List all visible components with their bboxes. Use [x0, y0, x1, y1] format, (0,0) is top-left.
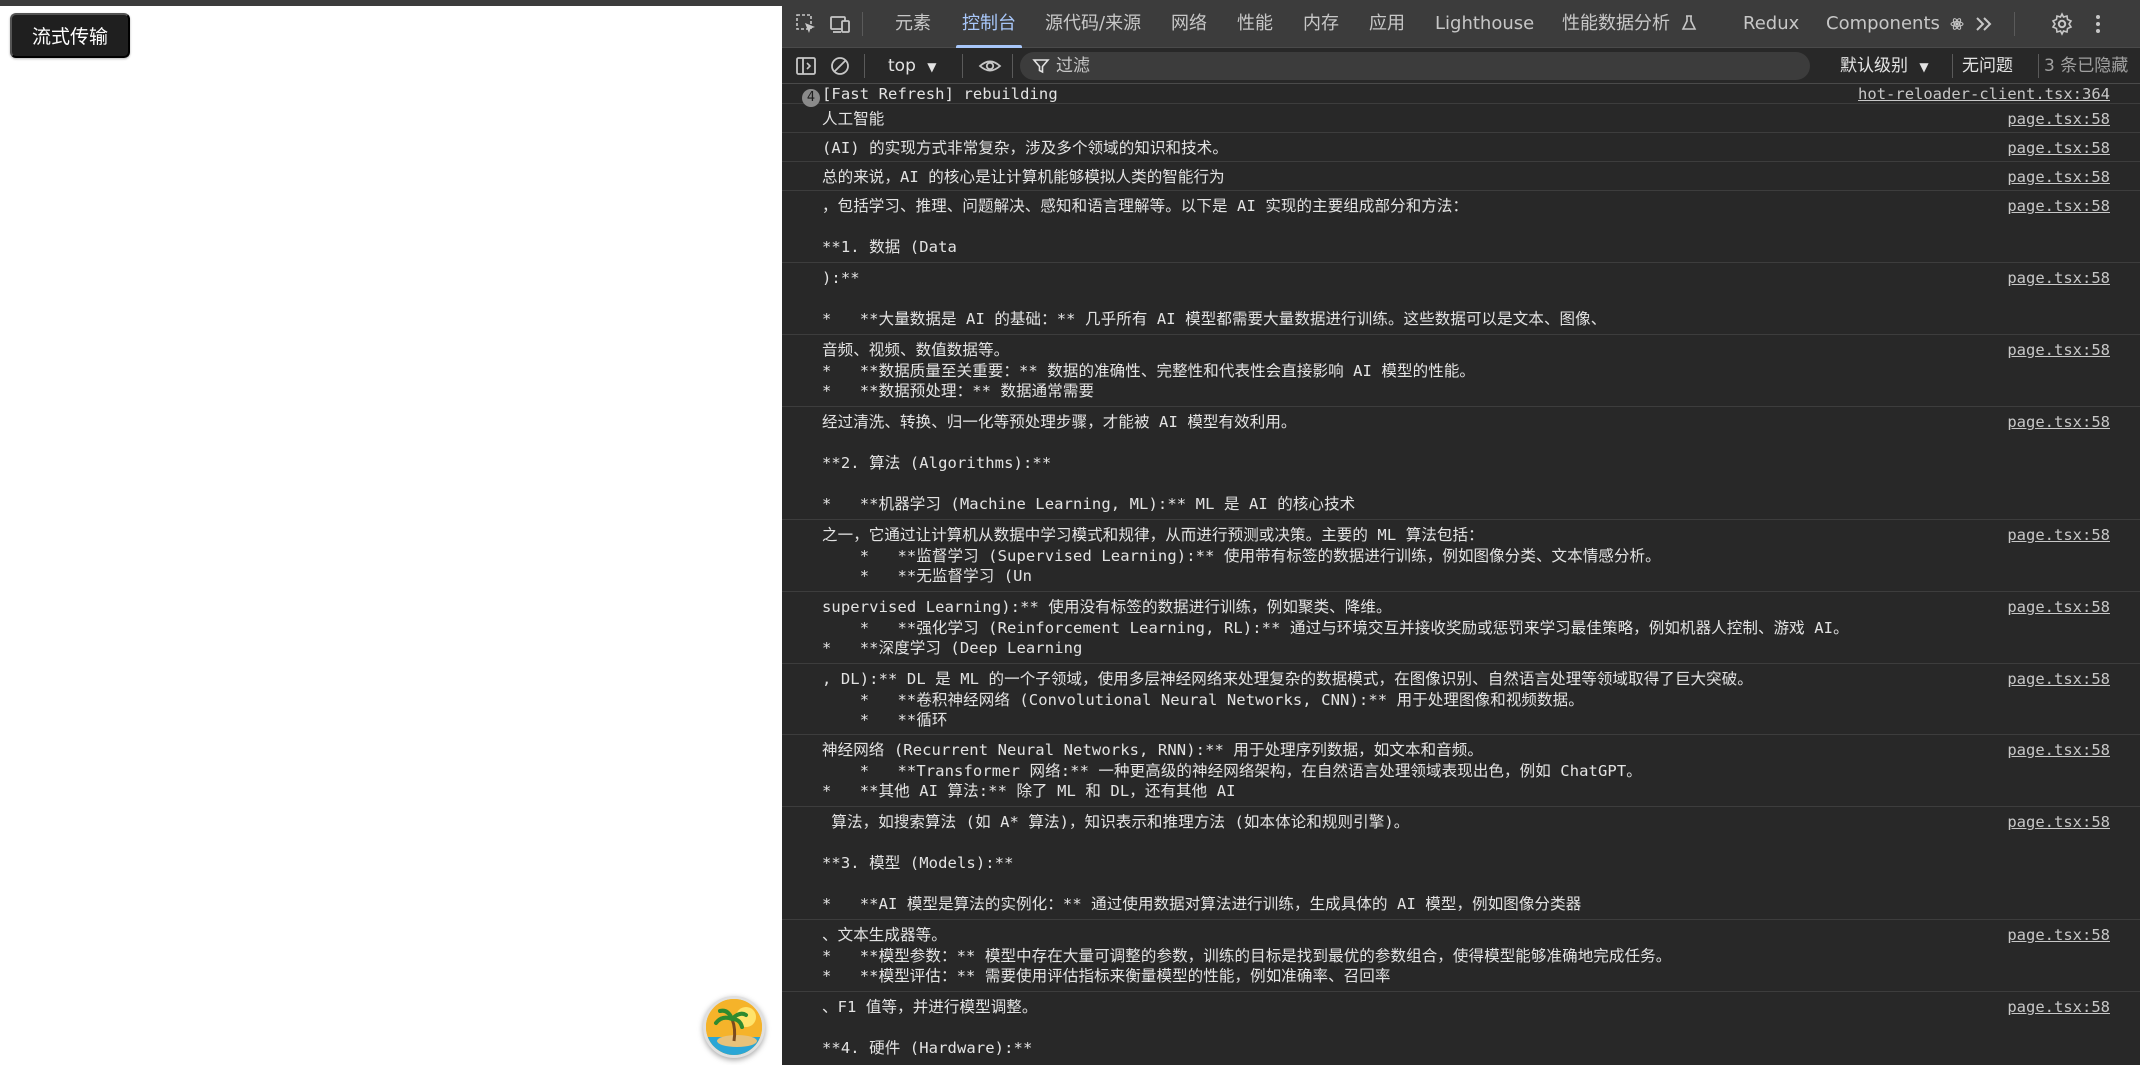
- live-expression-eye-icon[interactable]: [978, 54, 1002, 78]
- message-source-link[interactable]: page.tsx:58: [2007, 740, 2110, 761]
- message-text: 、F1 值等，并进行模型调整。 **4. 硬件 (Hardware):**: [822, 998, 1038, 1057]
- divider: [962, 54, 963, 78]
- console-message: ，包括学习、推理、问题解决、感知和语言理解等。以下是 AI 实现的主要组成部分和…: [782, 191, 2140, 263]
- dropdown-caret-icon: ▼: [1919, 60, 1929, 74]
- console-message: 、F1 值等，并进行模型调整。 **4. 硬件 (Hardware):** pa…: [782, 992, 2140, 1065]
- console-message: 经过清洗、转换、归一化等预处理步骤，才能被 AI 模型有效利用。 **2. 算法…: [782, 407, 2140, 520]
- message-source-link[interactable]: page.tsx:58: [2007, 669, 2110, 690]
- console-filter: [1020, 52, 1810, 80]
- console-message: , DL):** DL 是 ML 的一个子领域，使用多层神经网络来处理复杂的数据…: [782, 664, 2140, 735]
- issues-button[interactable]: 无问题: [1962, 48, 2013, 84]
- message-source-link[interactable]: page.tsx:58: [2007, 812, 2110, 833]
- message-text: (AI) 的实现方式非常复杂，涉及多个领域的知识和技术。: [822, 139, 1228, 157]
- context-selector-label: top: [888, 56, 916, 76]
- tab-console[interactable]: 控制台: [956, 0, 1022, 48]
- message-source-link[interactable]: page.tsx:58: [2007, 997, 2110, 1018]
- console-message: 人工智能 page.tsx:58: [782, 104, 2140, 133]
- message-source-link[interactable]: page.tsx:58: [2007, 167, 2110, 188]
- flask-icon: [1681, 15, 1697, 30]
- divider: [2014, 12, 2015, 36]
- tab-lighthouse[interactable]: Lighthouse: [1435, 0, 1534, 48]
- message-text: , DL):** DL 是 ML 的一个子领域，使用多层神经网络来处理复杂的数据…: [822, 670, 1753, 729]
- message-source-link[interactable]: page.tsx:58: [2007, 196, 2110, 217]
- divider: [864, 54, 865, 78]
- tab-redux[interactable]: Redux: [1743, 0, 1799, 48]
- message-text: 人工智能: [822, 110, 885, 128]
- message-text: 之一，它通过让计算机从数据中学习模式和规律，从而进行预测或决策。主要的 ML 算…: [822, 526, 1661, 585]
- message-source-link[interactable]: page.tsx:58: [2007, 597, 2110, 618]
- more-tabs-chevron-icon[interactable]: [1972, 12, 1996, 36]
- message-source-link[interactable]: page.tsx:58: [2007, 925, 2110, 946]
- floating-avatar-button[interactable]: [703, 996, 765, 1058]
- console-message: 神经网络 (Recurrent Neural Networks, RNN):**…: [782, 735, 2140, 807]
- tab-components-label: Components: [1826, 13, 1940, 34]
- console-message: 算法，如搜索算法 (如 A* 算法)，知识表示和推理方法 (如本体论和规则引擎)…: [782, 807, 2140, 920]
- message-text: 神经网络 (Recurrent Neural Networks, RNN):**…: [822, 741, 1642, 800]
- stream-button[interactable]: 流式传输: [10, 13, 131, 58]
- filter-funnel-icon: [1032, 59, 1050, 74]
- tab-performance-insights-label: 性能数据分析: [1562, 13, 1670, 34]
- dropdown-caret-icon: ▼: [927, 60, 937, 74]
- message-text: [Fast Refresh] rebuilding: [822, 85, 1058, 103]
- tab-components[interactable]: Components: [1826, 0, 1964, 48]
- console-message: 4 [Fast Refresh] rebuilding hot-reloader…: [782, 84, 2140, 107]
- filter-input[interactable]: [1056, 52, 1796, 80]
- message-text: 、文本生成器等。 * **模型参数：** 模型中存在大量可调整的参数，训练的目标…: [822, 926, 1672, 985]
- beach-island-icon: [706, 999, 762, 1055]
- message-source-link[interactable]: page.tsx:58: [2007, 340, 2110, 361]
- console-message: supervised Learning):** 使用没有标签的数据进行训练，例如…: [782, 592, 2140, 664]
- tab-performance[interactable]: 性能: [1237, 0, 1273, 48]
- devtools-tabbar: 元素 控制台 源代码/来源 网络 性能 内存 应用 Lighthouse 性能数…: [782, 0, 2140, 48]
- tab-elements[interactable]: 元素: [895, 0, 931, 48]
- message-text: ):** * **大量数据是 AI 的基础：** 几乎所有 AI 模型都需要大量…: [822, 269, 1607, 328]
- console-message: (AI) 的实现方式非常复杂，涉及多个领域的知识和技术。 page.tsx:58: [782, 133, 2140, 162]
- devtools-panel: 元素 控制台 源代码/来源 网络 性能 内存 应用 Lighthouse 性能数…: [782, 0, 2140, 1065]
- message-source-link[interactable]: page.tsx:58: [2007, 109, 2110, 130]
- message-source-link[interactable]: page.tsx:58: [2007, 525, 2110, 546]
- divider: [2038, 54, 2039, 78]
- clear-console-icon[interactable]: [828, 54, 852, 78]
- tab-application[interactable]: 应用: [1369, 0, 1405, 48]
- console-message: ):** * **大量数据是 AI 的基础：** 几乎所有 AI 模型都需要大量…: [782, 263, 2140, 335]
- message-source-link[interactable]: page.tsx:58: [2007, 412, 2110, 433]
- message-text: 音频、视频、数值数据等。 * **数据质量至关重要：** 数据的准确性、完整性和…: [822, 341, 1476, 400]
- page-viewport: 流式传输: [0, 6, 782, 1065]
- console-toolbar: top ▼ 默认级别 ▼ 无问题 3 条已隐藏: [782, 48, 2140, 84]
- message-source-link[interactable]: page.tsx:58: [2007, 268, 2110, 289]
- message-text: ，包括学习、推理、问题解决、感知和语言理解等。以下是 AI 实现的主要组成部分和…: [822, 197, 1469, 256]
- more-options-icon[interactable]: [2086, 12, 2110, 36]
- message-text: 算法，如搜索算法 (如 A* 算法)，知识表示和推理方法 (如本体论和规则引擎)…: [822, 813, 1582, 913]
- message-text: supervised Learning):** 使用没有标签的数据进行训练，例如…: [822, 598, 1849, 657]
- console-message: 之一，它通过让计算机从数据中学习模式和规律，从而进行预测或决策。主要的 ML 算…: [782, 520, 2140, 592]
- message-source-link[interactable]: hot-reloader-client.tsx:364: [1858, 84, 2110, 105]
- divider: [1012, 54, 1013, 78]
- inspect-element-icon[interactable]: [794, 12, 818, 36]
- message-source-link[interactable]: page.tsx:58: [2007, 138, 2110, 159]
- console-message: 、文本生成器等。 * **模型参数：** 模型中存在大量可调整的参数，训练的目标…: [782, 920, 2140, 992]
- react-atom-icon: [1950, 18, 1964, 30]
- tab-memory[interactable]: 内存: [1303, 0, 1339, 48]
- tab-network[interactable]: 网络: [1171, 0, 1207, 48]
- log-level-label: 默认级别: [1840, 56, 1908, 76]
- settings-gear-icon[interactable]: [2050, 12, 2074, 36]
- console-message: 音频、视频、数值数据等。 * **数据质量至关重要：** 数据的准确性、完整性和…: [782, 335, 2140, 407]
- tab-performance-insights[interactable]: 性能数据分析: [1562, 0, 1698, 48]
- console-messages: 4 [Fast Refresh] rebuilding hot-reloader…: [782, 84, 2140, 1065]
- context-selector[interactable]: top ▼: [888, 48, 937, 84]
- divider: [1952, 54, 1953, 78]
- device-toolbar-icon[interactable]: [828, 12, 852, 36]
- message-text: 总的来说，AI 的核心是让计算机能够模拟人类的智能行为: [822, 168, 1225, 186]
- divider: [862, 12, 863, 36]
- tab-sources[interactable]: 源代码/来源: [1045, 0, 1141, 48]
- sidebar-toggle-icon[interactable]: [794, 54, 818, 78]
- log-level-selector[interactable]: 默认级别 ▼: [1840, 48, 1929, 84]
- message-text: 经过清洗、转换、归一化等预处理步骤，才能被 AI 模型有效利用。 **2. 算法…: [822, 413, 1356, 513]
- console-message: 总的来说，AI 的核心是让计算机能够模拟人类的智能行为 page.tsx:58: [782, 162, 2140, 191]
- hidden-messages-count: 3 条已隐藏: [2044, 56, 2129, 76]
